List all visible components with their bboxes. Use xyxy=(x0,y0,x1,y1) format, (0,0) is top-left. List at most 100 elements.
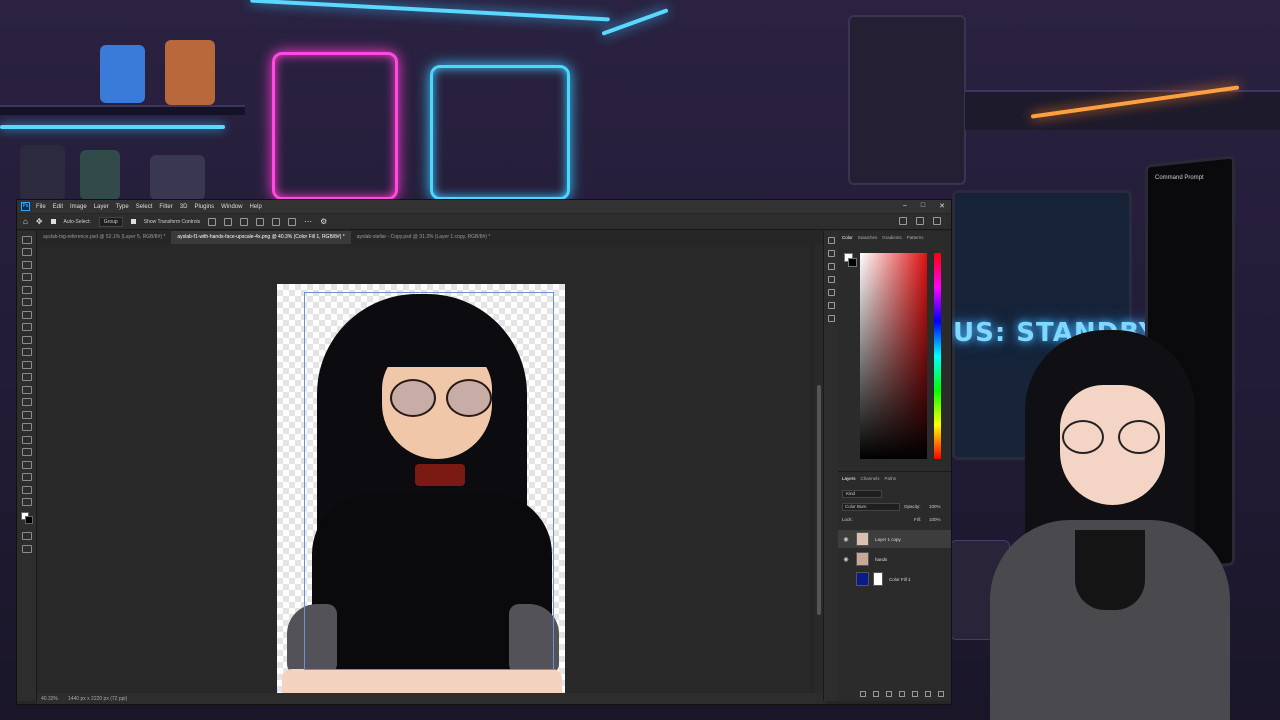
rectangle-tool-icon[interactable] xyxy=(21,460,32,469)
character-panel-icon[interactable] xyxy=(827,276,835,283)
opacity-value[interactable]: 100% xyxy=(929,504,941,509)
zoom-tool-icon[interactable] xyxy=(21,485,32,494)
left-shelf-top xyxy=(0,105,245,115)
quick-select-tool-icon[interactable] xyxy=(21,273,32,281)
eye-icon[interactable]: ◉ xyxy=(842,536,850,543)
adjustments-panel-icon[interactable] xyxy=(827,315,835,322)
scrollbar-thumb[interactable] xyxy=(817,385,821,615)
marquee-tool-icon[interactable] xyxy=(21,248,32,256)
menu-filter[interactable]: Filter xyxy=(159,204,172,210)
eyedropper-tool-icon[interactable] xyxy=(21,310,32,319)
brush-panel-icon[interactable] xyxy=(827,250,835,257)
more-options-icon[interactable]: ⋯ xyxy=(304,217,312,226)
document-canvas[interactable] xyxy=(277,284,565,694)
layer-name: Layer 1 copy xyxy=(875,536,901,542)
link-layers-icon[interactable] xyxy=(860,691,866,697)
history-brush-icon[interactable] xyxy=(21,360,32,369)
group-select[interactable]: Group xyxy=(98,216,123,227)
align-middle-icon[interactable] xyxy=(272,217,281,226)
gradient-tool-icon[interactable] xyxy=(21,385,32,394)
eye-icon[interactable]: ◉ xyxy=(842,556,850,563)
brush-tool-icon[interactable] xyxy=(21,335,32,344)
delete-layer-icon[interactable] xyxy=(938,691,944,697)
hand-tool-icon[interactable] xyxy=(21,473,32,481)
align-bottom-icon[interactable] xyxy=(288,217,297,226)
properties-panel-icon[interactable] xyxy=(827,263,835,270)
color-picker-field[interactable] xyxy=(860,253,927,459)
close-icon[interactable]: ✕ xyxy=(939,202,945,210)
layer-row-layer-1-copy[interactable]: ◉ Layer 1 copy xyxy=(838,530,951,548)
menu-image[interactable]: Image xyxy=(70,204,87,210)
background-color-swatch[interactable] xyxy=(25,516,33,524)
settings-gear-icon[interactable]: ⚙ xyxy=(320,217,327,226)
menu-select[interactable]: Select xyxy=(136,204,153,210)
hue-slider[interactable] xyxy=(934,253,941,459)
dodge-tool-icon[interactable] xyxy=(21,410,32,419)
background-color-chip[interactable] xyxy=(848,258,857,267)
new-layer-icon[interactable] xyxy=(925,691,931,697)
tab-active-document[interactable]: ayslab-f1-with-hands-face-upscale-4x.png… xyxy=(171,231,351,244)
menu-3d[interactable]: 3D xyxy=(180,204,188,210)
tab-stellar-copy[interactable]: ayslab-stellar - Copy.psd @ 31.3% (Layer… xyxy=(351,231,497,244)
share-icon[interactable] xyxy=(916,217,924,225)
show-transform-checkbox[interactable] xyxy=(130,219,136,224)
tab-paths[interactable]: Paths xyxy=(885,476,897,481)
more-tools-icon[interactable] xyxy=(21,498,32,506)
screen-mode-icon[interactable] xyxy=(21,544,32,553)
eraser-tool-icon[interactable] xyxy=(21,373,32,381)
align-top-icon[interactable] xyxy=(256,217,265,226)
tab-patterns[interactable]: Patterns xyxy=(907,235,924,240)
pen-tool-icon[interactable] xyxy=(21,423,32,431)
zoom-level[interactable]: 40.33% xyxy=(41,696,58,702)
paragraph-panel-icon[interactable] xyxy=(827,289,835,296)
home-icon[interactable]: ⌂ xyxy=(23,217,28,226)
photoshop-window[interactable]: Ps File Edit Image Layer Type Select Fil… xyxy=(16,199,952,705)
menu-edit[interactable]: Edit xyxy=(53,204,63,210)
frame-tool-icon[interactable] xyxy=(21,298,32,306)
layer-row-hands[interactable]: ◉ hands xyxy=(838,550,951,568)
tab-swatches[interactable]: Swatches xyxy=(858,235,878,240)
minimize-icon[interactable]: – xyxy=(903,202,907,210)
adjustment-layer-icon[interactable] xyxy=(899,691,905,697)
search-icon[interactable] xyxy=(899,217,907,225)
align-left-icon[interactable] xyxy=(208,217,217,226)
tab-channels[interactable]: Channels xyxy=(861,476,880,481)
new-group-icon[interactable] xyxy=(912,691,918,697)
align-center-icon[interactable] xyxy=(224,217,233,226)
workspace-icon[interactable] xyxy=(933,217,941,225)
history-panel-icon[interactable] xyxy=(827,237,835,244)
clone-stamp-icon[interactable] xyxy=(21,348,32,356)
move-tool-icon[interactable] xyxy=(21,235,32,244)
type-tool-icon[interactable] xyxy=(21,435,32,444)
glyphs-panel-icon[interactable] xyxy=(827,302,835,309)
tab-color[interactable]: Color xyxy=(842,235,853,240)
transform-bounding-box[interactable] xyxy=(304,292,554,670)
quick-mask-icon[interactable] xyxy=(21,532,32,540)
healing-brush-icon[interactable] xyxy=(21,323,32,331)
canvas-area[interactable] xyxy=(38,245,810,695)
tab-gradients[interactable]: Gradients xyxy=(882,235,902,240)
crop-tool-icon[interactable] xyxy=(21,285,32,294)
vertical-scrollbar[interactable] xyxy=(815,245,823,695)
menu-file[interactable]: File xyxy=(36,204,46,210)
layer-row-color-fill-1[interactable]: Color Fill 1 xyxy=(838,570,951,588)
tab-reference[interactable]: ayslab-big-reference.psd @ 52.1% (Layer … xyxy=(37,231,171,244)
maximize-icon[interactable]: □ xyxy=(921,202,925,210)
blur-tool-icon[interactable] xyxy=(21,398,32,406)
align-right-icon[interactable] xyxy=(240,217,249,226)
neon-shelf-strip xyxy=(0,125,225,129)
add-mask-icon[interactable] xyxy=(886,691,892,697)
fill-value[interactable]: 100% xyxy=(929,517,941,522)
lasso-tool-icon[interactable] xyxy=(21,260,32,269)
auto-select-checkbox[interactable] xyxy=(50,219,56,224)
menu-layer[interactable]: Layer xyxy=(94,204,109,210)
menu-help[interactable]: Help xyxy=(249,204,261,210)
menu-window[interactable]: Window xyxy=(221,204,242,210)
menu-type[interactable]: Type xyxy=(116,204,129,210)
layer-style-icon[interactable] xyxy=(873,691,879,697)
path-select-icon[interactable] xyxy=(21,448,32,456)
menu-plugins[interactable]: Plugins xyxy=(194,204,214,210)
layer-mask-thumbnail xyxy=(873,572,883,586)
tab-layers[interactable]: Layers xyxy=(842,476,856,481)
move-tool-icon[interactable]: ✥ xyxy=(36,217,43,226)
